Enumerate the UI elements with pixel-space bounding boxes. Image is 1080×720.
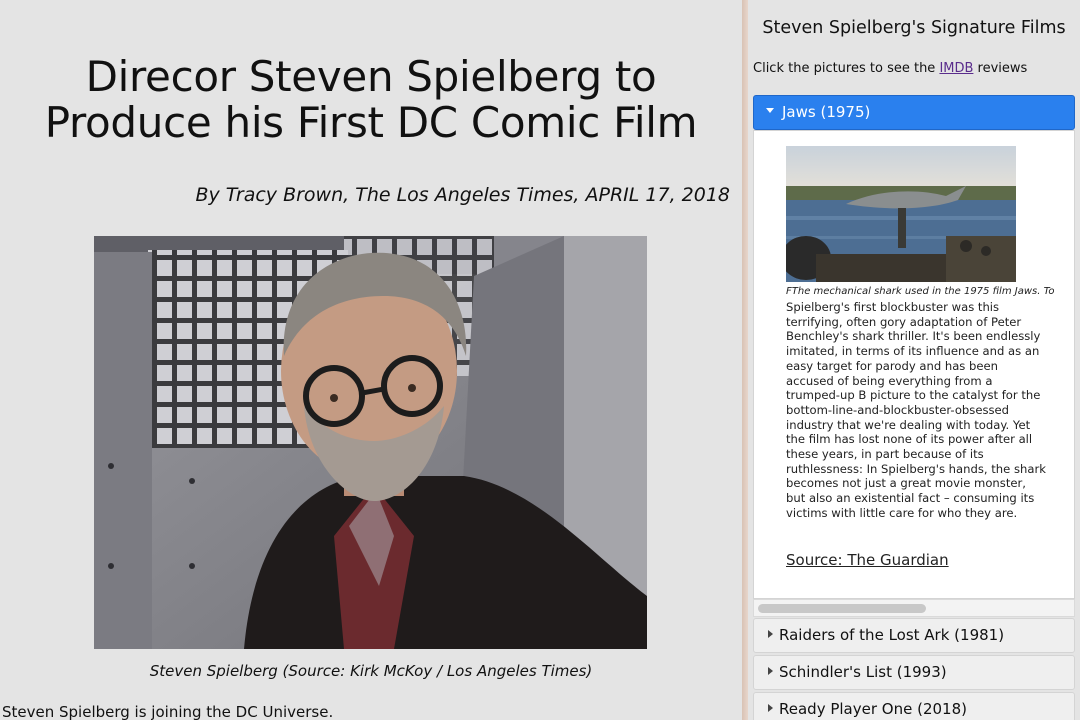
article-headline: Direcor Steven Spielberg to Produce his …: [44, 52, 698, 147]
caret-right-icon: [768, 629, 773, 638]
accordion-panel-jaws: FThe mechanical shark used in the 1975 f…: [753, 130, 1075, 599]
accordion-header-raiders[interactable]: Raiders of the Lost Ark (1981): [753, 618, 1075, 653]
accordion-label-ready-player-one: Ready Player One (2018): [779, 700, 967, 718]
accordion-header-jaws[interactable]: Jaws (1975): [753, 95, 1075, 130]
jaws-image-caption: FThe mechanical shark used in the 1975 f…: [786, 286, 1055, 297]
accordion-label-raiders: Raiders of the Lost Ark (1981): [779, 626, 1005, 644]
spielberg-photo: [94, 236, 647, 649]
accordion-header-schindler[interactable]: Schindler's List (1993): [753, 655, 1075, 690]
jaws-description: Spielberg's first blockbuster was this t…: [786, 300, 1046, 520]
scrollbar-thumb[interactable]: [758, 604, 926, 613]
article-body: Steven Spielberg is joining the DC Unive…: [2, 703, 334, 720]
accordion-label-jaws: Jaws (1975): [782, 103, 871, 121]
instruction-suffix: reviews: [973, 61, 1028, 76]
jaws-shark-image[interactable]: [786, 146, 1016, 282]
sidebar-title: Steven Spielberg's Signature Films: [762, 18, 1066, 38]
imdb-link[interactable]: IMDB: [939, 61, 973, 76]
article: Direcor Steven Spielberg to Produce his …: [0, 0, 742, 720]
photo-caption: Steven Spielberg (Source: Kirk McKoy / L…: [149, 662, 593, 680]
article-byline: By Tracy Brown, The Los Angeles Times, A…: [195, 184, 730, 206]
sidebar: Steven Spielberg's Signature Films Click…: [748, 0, 1080, 720]
accordion-header-ready-player-one[interactable]: Ready Player One (2018): [753, 692, 1075, 720]
caret-right-icon: [768, 666, 773, 675]
caret-right-icon: [768, 703, 773, 712]
caret-down-icon: [766, 108, 774, 113]
sidebar-instruction: Click the pictures to see the IMDB revie…: [753, 61, 1027, 76]
horizontal-scrollbar[interactable]: [753, 599, 1075, 617]
instruction-prefix: Click the pictures to see the: [753, 61, 940, 76]
accordion-label-schindler: Schindler's List (1993): [779, 663, 947, 681]
source-link[interactable]: Source: The Guardian: [786, 551, 949, 569]
